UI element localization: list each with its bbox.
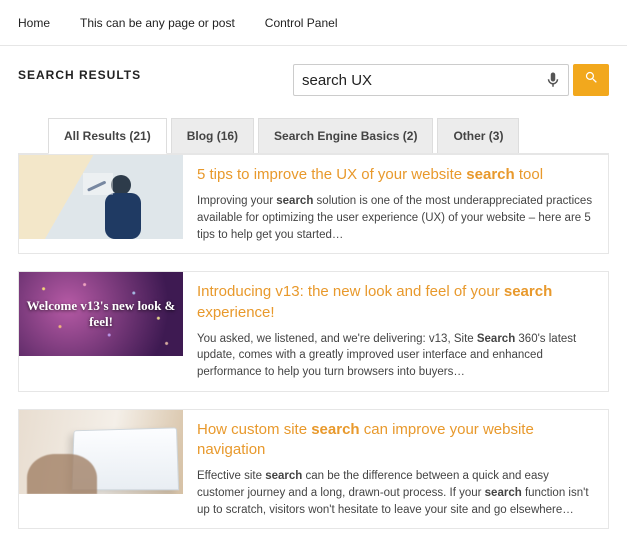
nav-home[interactable]: Home [18,16,50,30]
tab-other[interactable]: Other (3) [437,118,519,154]
tab-all-results[interactable]: All Results (21) [48,118,167,154]
result-item: How custom site search can improve your … [18,409,609,530]
result-item: Welcome v13's new look & feel! Introduci… [18,271,609,392]
tabs: All Results (21) Blog (16) Search Engine… [18,118,609,154]
result-thumbnail [19,155,183,239]
result-item: 5 tips to improve the UX of your website… [18,154,609,254]
result-snippet: Improving your search solution is one of… [197,193,594,243]
page-title: SEARCH RESULTS [18,64,141,82]
top-nav: Home This can be any page or post Contro… [0,0,627,46]
search-input[interactable] [302,72,544,89]
tab-blog[interactable]: Blog (16) [171,118,254,154]
result-snippet: Effective site search can be the differe… [197,468,594,518]
nav-any-page[interactable]: This can be any page or post [80,16,235,30]
result-title[interactable]: 5 tips to improve the UX of your website… [197,165,594,185]
result-title[interactable]: Introducing v13: the new look and feel o… [197,282,594,323]
search-bar [293,64,609,96]
result-thumbnail [19,410,183,494]
nav-control-panel[interactable]: Control Panel [265,16,338,30]
search-icon [584,70,599,90]
result-snippet: You asked, we listened, and we're delive… [197,331,594,381]
tab-search-engine-basics[interactable]: Search Engine Basics (2) [258,118,433,154]
search-input-container [293,64,569,96]
result-thumbnail: Welcome v13's new look & feel! [19,272,183,356]
search-button[interactable] [573,64,609,96]
results-list: 5 tips to improve the UX of your website… [18,154,609,529]
result-title[interactable]: How custom site search can improve your … [197,420,594,461]
microphone-icon[interactable] [544,71,562,89]
thumbnail-caption: Welcome v13's new look & feel! [19,272,183,356]
